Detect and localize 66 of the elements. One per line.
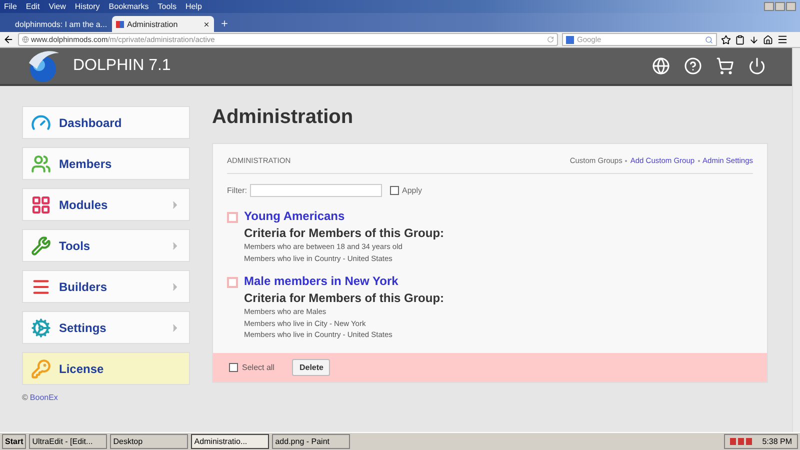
- close-icon[interactable]: [203, 20, 210, 28]
- taskbar-button[interactable]: Administratio...: [191, 434, 270, 449]
- group-checkbox[interactable]: [227, 277, 238, 288]
- apply-label: Apply: [402, 186, 422, 195]
- site-title: DOLPHIN 7.1: [73, 57, 171, 75]
- menu-item[interactable]: Edit: [26, 2, 40, 11]
- criteria-title: Criteria for Members of this Group:: [244, 226, 444, 240]
- search-engine-icon[interactable]: [566, 36, 574, 44]
- new-tab-icon[interactable]: [220, 19, 229, 28]
- tools-icon: [31, 236, 51, 256]
- system-tray: 5:38 PM: [724, 434, 798, 449]
- group-checkbox[interactable]: [227, 212, 238, 223]
- license-icon: [31, 358, 51, 378]
- filter-label: Filter:: [227, 186, 247, 195]
- sidebar-item[interactable]: Members: [22, 147, 190, 180]
- boonex-link[interactable]: BoonEx: [30, 393, 58, 402]
- browser-tab[interactable]: Administration: [112, 16, 214, 32]
- cart-icon[interactable]: [716, 57, 734, 75]
- power-icon[interactable]: [748, 57, 766, 75]
- members-icon: [31, 154, 51, 174]
- close-button[interactable]: [786, 2, 796, 11]
- reload-icon[interactable]: [547, 36, 554, 43]
- scrollbar[interactable]: [792, 48, 800, 432]
- back-icon[interactable]: [3, 34, 14, 45]
- sidebar-item[interactable]: Settings: [22, 311, 190, 344]
- menu-item[interactable]: Tools: [158, 2, 176, 11]
- sidebar-item[interactable]: Modules: [22, 188, 190, 221]
- download-icon[interactable]: [749, 34, 759, 44]
- modules-icon: [31, 194, 51, 214]
- minimize-button[interactable]: [764, 2, 774, 11]
- star-icon[interactable]: [721, 34, 731, 44]
- apply-checkbox[interactable]: [390, 186, 399, 195]
- taskbar-button[interactable]: UltraEdit - [Edit...: [29, 434, 108, 449]
- sidebar-item[interactable]: License: [22, 352, 190, 385]
- globe-icon: [22, 36, 29, 43]
- sidebar-item[interactable]: Builders: [22, 270, 190, 303]
- group-name-link[interactable]: Young Americans: [244, 209, 444, 223]
- taskbar-button[interactable]: add.png - Paint: [272, 434, 350, 449]
- globe-icon[interactable]: [652, 57, 670, 75]
- menu-icon[interactable]: [777, 34, 788, 45]
- menu-item[interactable]: History: [74, 2, 100, 11]
- home-icon[interactable]: [763, 34, 773, 44]
- start-button[interactable]: Start: [2, 434, 26, 449]
- menu-item[interactable]: File: [4, 2, 17, 11]
- sidebar-item[interactable]: Dashboard: [22, 106, 190, 139]
- page-title: Administration: [212, 106, 354, 129]
- menu-item[interactable]: Bookmarks: [108, 2, 149, 11]
- copyright-icon: ©: [22, 393, 28, 402]
- help-icon[interactable]: [684, 57, 702, 75]
- settings-icon: [31, 318, 51, 338]
- clipboard-icon[interactable]: [735, 34, 745, 44]
- search-icon[interactable]: [705, 36, 713, 44]
- dashboard-icon: [31, 112, 51, 132]
- delete-button[interactable]: Delete: [292, 358, 330, 376]
- taskbar-button[interactable]: Desktop: [110, 434, 188, 449]
- maximize-button[interactable]: [775, 2, 785, 11]
- browser-tab[interactable]: dolphinmods: I am the a...: [8, 16, 110, 32]
- select-all-checkbox[interactable]: [229, 362, 238, 372]
- menu-item[interactable]: View: [48, 2, 66, 11]
- group-name-link[interactable]: Male members in New York: [244, 274, 444, 288]
- menu-item[interactable]: Help: [185, 2, 202, 11]
- criteria-title: Criteria for Members of this Group:: [244, 291, 444, 305]
- sidebar-item[interactable]: Tools: [22, 229, 190, 262]
- favicon-icon: [116, 20, 124, 28]
- filter-field[interactable]: [250, 184, 382, 197]
- select-all-label: Select all: [242, 362, 274, 372]
